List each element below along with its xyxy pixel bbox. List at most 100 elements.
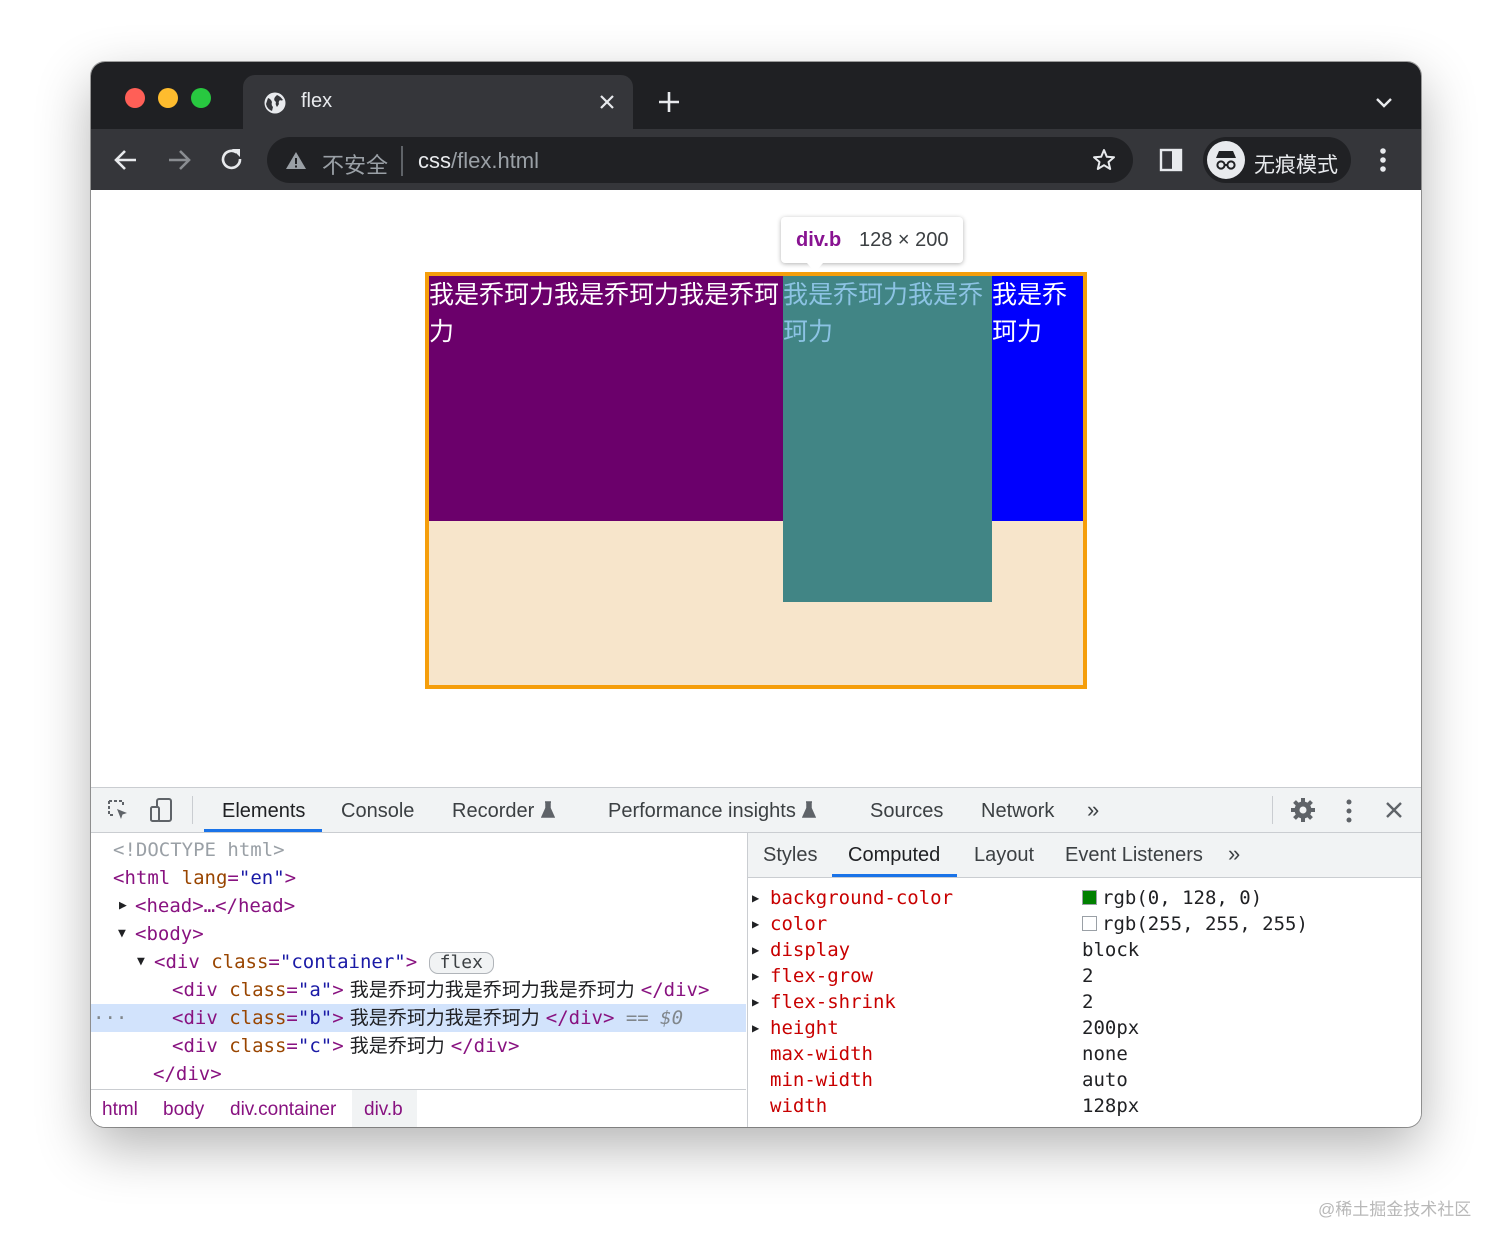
breadcrumb: html body div.container div.b xyxy=(91,1089,746,1127)
inspect-element-icon[interactable] xyxy=(106,798,130,822)
tab-computed[interactable]: Computed xyxy=(848,844,940,867)
reload-icon[interactable] xyxy=(219,147,245,173)
close-tab-icon[interactable] xyxy=(599,94,615,110)
tab-layout[interactable]: Layout xyxy=(974,844,1034,867)
bookmark-star-icon[interactable] xyxy=(1092,148,1116,172)
color-swatch[interactable] xyxy=(1082,890,1097,905)
watermark: @稀土掘金技术社区 xyxy=(1318,1200,1472,1219)
devtools-tab-bar: Elements Console Recorder Performance in… xyxy=(91,788,1421,833)
computed-row[interactable]: min-width auto xyxy=(748,1067,1421,1093)
collapse-triangle-icon[interactable]: ▼ xyxy=(118,920,126,948)
address-bar[interactable]: 不安全 css/flex.html xyxy=(267,137,1133,183)
box-c-text: 我是乔珂力 xyxy=(992,280,1068,346)
collapse-triangle-icon[interactable]: ▼ xyxy=(137,948,145,976)
inspect-tooltip: div.b 128 × 200 xyxy=(781,217,963,272)
box-a[interactable]: 我是乔珂力我是乔珂力我是乔珂力 xyxy=(429,276,783,521)
minimize-window-button[interactable] xyxy=(158,88,178,108)
tab-title: flex xyxy=(301,90,333,112)
dom-div-a[interactable]: <div class="a"> 我是乔珂力我是乔珂力我是乔珂力 </div> xyxy=(91,976,746,1004)
dom-div-c[interactable]: <div class="c"> 我是乔珂力 </div> xyxy=(91,1032,746,1060)
dom-body[interactable]: ▼ <body> xyxy=(91,920,746,948)
dom-doctype[interactable]: <!DOCTYPE html> xyxy=(91,836,746,864)
side-panel-icon[interactable] xyxy=(1159,148,1183,172)
breadcrumb-html[interactable]: html xyxy=(102,1099,138,1121)
tab-event-listeners[interactable]: Event Listeners xyxy=(1065,844,1203,867)
selected-node-marker: == $0 xyxy=(625,1007,684,1029)
dom-head[interactable]: ▶ <head>…</head> xyxy=(91,892,746,920)
tab-performance-insights-label: Performance insights xyxy=(608,800,796,822)
zoom-window-button[interactable] xyxy=(191,88,211,108)
dom-html[interactable]: <html lang="en"> xyxy=(91,864,746,892)
incognito-indicator[interactable]: 无痕模式 xyxy=(1203,137,1351,183)
breadcrumb-body[interactable]: body xyxy=(163,1099,204,1121)
active-subtab-underline xyxy=(832,874,957,877)
url-text[interactable]: css/flex.html xyxy=(418,148,539,174)
toolbar-divider xyxy=(192,796,193,824)
close-window-button[interactable] xyxy=(125,88,145,108)
box-a-text: 我是乔珂力我是乔珂力我是乔珂力 xyxy=(429,280,780,346)
computed-row[interactable]: ▶ display block xyxy=(748,937,1421,963)
omnibox-divider xyxy=(401,146,403,176)
browser-menu-icon[interactable] xyxy=(1378,146,1388,174)
tab-console[interactable]: Console xyxy=(341,800,414,823)
toolbar-divider xyxy=(1272,796,1273,824)
expand-triangle-icon[interactable]: ▶ xyxy=(752,963,759,989)
box-b[interactable]: 我是乔珂力我是乔珂力 xyxy=(783,276,992,602)
expand-triangle-icon[interactable]: ▶ xyxy=(119,892,127,920)
breadcrumb-div-container[interactable]: div.container xyxy=(230,1099,336,1121)
computed-row[interactable]: ▶ color rgb(255, 255, 255) xyxy=(748,911,1421,937)
flex-badge[interactable]: flex xyxy=(428,952,494,974)
tab-search-chevron-icon[interactable] xyxy=(1375,97,1393,109)
tab-network[interactable]: Network xyxy=(981,800,1054,823)
more-subtabs-button[interactable]: » xyxy=(1228,841,1240,867)
devtools-menu-icon[interactable] xyxy=(1344,798,1354,824)
settings-gear-icon[interactable] xyxy=(1290,797,1316,823)
not-secure-label[interactable]: 不安全 xyxy=(322,148,388,180)
experiment-flask-icon xyxy=(541,801,555,818)
dom-container[interactable]: ▼ <div class="container"> flex xyxy=(91,948,746,976)
tooltip-size: 128 × 200 xyxy=(859,229,949,251)
expand-triangle-icon[interactable]: ▶ xyxy=(752,1015,759,1041)
dom-container-close[interactable]: </div> xyxy=(91,1060,746,1088)
tab-sources[interactable]: Sources xyxy=(870,800,943,823)
experiment-flask-icon xyxy=(802,801,816,818)
browser-window: flex 不安全 css/flex.html 无痕模式 我是乔珂力我是乔珂力我是… xyxy=(91,62,1421,1127)
more-tabs-button[interactable]: » xyxy=(1087,797,1099,823)
breadcrumb-div-b[interactable]: div.b xyxy=(364,1099,403,1121)
computed-row[interactable]: ▶ background-color rgb(0, 128, 0) xyxy=(748,885,1421,911)
color-swatch[interactable] xyxy=(1082,916,1097,931)
devtools-panel: Elements Console Recorder Performance in… xyxy=(91,787,1421,1127)
incognito-icon xyxy=(1207,141,1245,179)
box-b-text: 我是乔珂力我是乔珂力 xyxy=(783,280,984,346)
tab-elements[interactable]: Elements xyxy=(222,800,305,823)
dom-tree: <!DOCTYPE html> <html lang="en"> ▶ <head… xyxy=(91,833,746,1089)
new-tab-icon[interactable] xyxy=(658,91,680,113)
dom-div-b[interactable]: ··· <div class="b"> 我是乔珂力我是乔珂力 </div> ==… xyxy=(91,1004,746,1032)
box-c[interactable]: 我是乔珂力 xyxy=(992,276,1083,521)
url-path: /flex.html xyxy=(451,148,540,173)
computed-row[interactable]: ▶ height 200px xyxy=(748,1015,1421,1041)
tab-recorder[interactable]: Recorder xyxy=(452,800,534,823)
expand-triangle-icon[interactable]: ▶ xyxy=(752,989,759,1015)
computed-row[interactable]: ▶ flex-shrink 2 xyxy=(748,989,1421,1015)
computed-row[interactable]: ▶ flex-grow 2 xyxy=(748,963,1421,989)
close-devtools-icon[interactable] xyxy=(1385,801,1403,819)
expand-triangle-icon[interactable]: ▶ xyxy=(752,885,759,911)
back-arrow-icon[interactable] xyxy=(113,147,139,173)
browser-tab[interactable]: flex xyxy=(243,75,633,129)
page-viewport: 我是乔珂力我是乔珂力我是乔珂力 我是乔珂力我是乔珂力 我是乔珂力 div.b 1… xyxy=(91,190,1421,787)
warning-icon xyxy=(286,152,306,169)
sidebar-tab-bar: Styles Computed Layout Event Listeners » xyxy=(748,833,1421,878)
tab-styles[interactable]: Styles xyxy=(763,844,817,867)
forward-arrow-icon[interactable] xyxy=(166,147,192,173)
browser-toolbar: 不安全 css/flex.html 无痕模式 xyxy=(91,129,1421,190)
computed-row[interactable]: width 128px xyxy=(748,1093,1421,1119)
device-toolbar-icon[interactable] xyxy=(149,797,175,823)
expand-triangle-icon[interactable]: ▶ xyxy=(752,911,759,937)
expand-triangle-icon[interactable]: ▶ xyxy=(752,937,759,963)
flex-container[interactable]: 我是乔珂力我是乔珂力我是乔珂力 我是乔珂力我是乔珂力 我是乔珂力 xyxy=(425,272,1087,689)
computed-row[interactable]: max-width none xyxy=(748,1041,1421,1067)
tab-performance-insights[interactable]: Performance insights xyxy=(608,800,796,823)
dom-ellipsis[interactable]: ··· xyxy=(93,1004,127,1032)
active-tab-underline xyxy=(204,829,322,832)
